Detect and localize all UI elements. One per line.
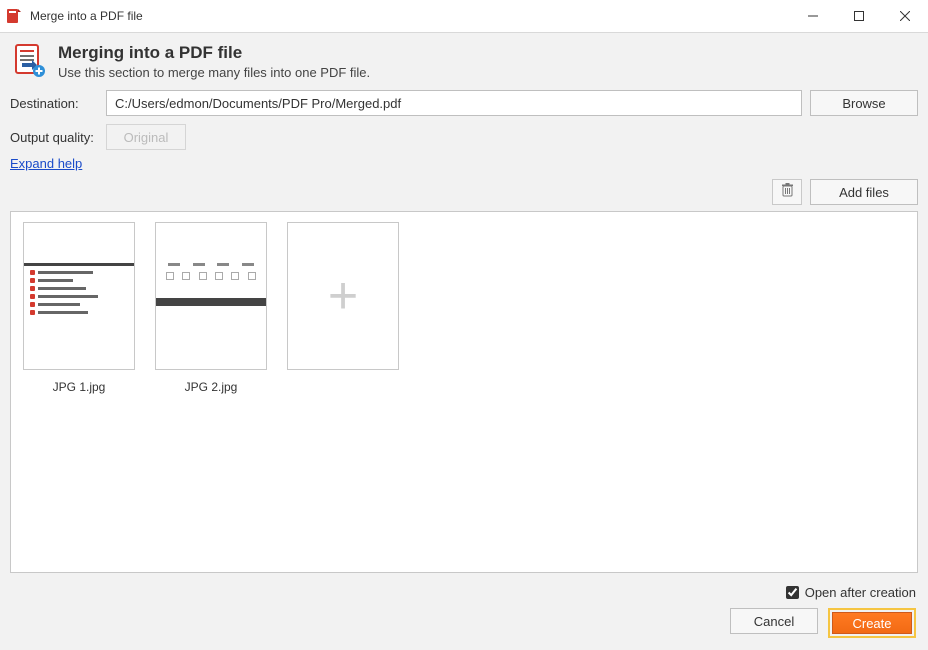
file-name-label: JPG 2.jpg xyxy=(185,380,238,394)
destination-label: Destination: xyxy=(10,96,98,111)
quality-label: Output quality: xyxy=(10,130,98,145)
destination-input[interactable] xyxy=(106,90,802,116)
window-title: Merge into a PDF file xyxy=(30,9,790,23)
open-after-checkbox[interactable] xyxy=(786,586,799,599)
plus-icon: + xyxy=(328,270,358,322)
header-text: Merging into a PDF file Use this section… xyxy=(58,43,370,80)
cancel-button[interactable]: Cancel xyxy=(730,608,818,634)
file-toolbar: Add files xyxy=(0,179,928,211)
window-controls xyxy=(790,0,928,32)
file-name-label: JPG 1.jpg xyxy=(53,380,106,394)
maximize-button[interactable] xyxy=(836,0,882,32)
add-file-placeholder[interactable]: + xyxy=(285,222,401,370)
quality-row: Output quality: Original xyxy=(0,120,928,154)
page-title: Merging into a PDF file xyxy=(58,43,370,63)
page-subtitle: Use this section to merge many files int… xyxy=(58,65,370,80)
close-button[interactable] xyxy=(882,0,928,32)
content-panel: Merging into a PDF file Use this section… xyxy=(0,33,928,650)
dialog-buttons: Cancel Create xyxy=(0,604,928,650)
options-row: Open after creation xyxy=(0,581,928,604)
thumbnail-preview xyxy=(23,222,135,370)
thumbnail-preview xyxy=(155,222,267,370)
app-window: Merge into a PDF file xyxy=(0,0,928,650)
expand-help-link[interactable]: Expand help xyxy=(0,154,928,179)
trash-icon xyxy=(781,183,794,202)
file-list-area: JPG 1.jpg JPG 2.jpg + xyxy=(10,211,918,573)
app-pdf-icon xyxy=(6,8,22,24)
destination-row: Destination: Browse xyxy=(0,86,928,120)
delete-button[interactable] xyxy=(772,179,802,205)
merge-pdf-icon xyxy=(14,43,48,77)
titlebar: Merge into a PDF file xyxy=(0,0,928,32)
create-button[interactable]: Create xyxy=(832,612,912,634)
add-files-button[interactable]: Add files xyxy=(810,179,918,205)
file-thumbnail[interactable]: JPG 1.jpg xyxy=(21,222,137,394)
create-button-highlight: Create xyxy=(828,608,916,638)
minimize-button[interactable] xyxy=(790,0,836,32)
browse-button[interactable]: Browse xyxy=(810,90,918,116)
section-header: Merging into a PDF file Use this section… xyxy=(0,33,928,86)
quality-dropdown[interactable]: Original xyxy=(106,124,186,150)
file-thumbnail[interactable]: JPG 2.jpg xyxy=(153,222,269,394)
open-after-label: Open after creation xyxy=(805,585,916,600)
add-placeholder-box: + xyxy=(287,222,399,370)
